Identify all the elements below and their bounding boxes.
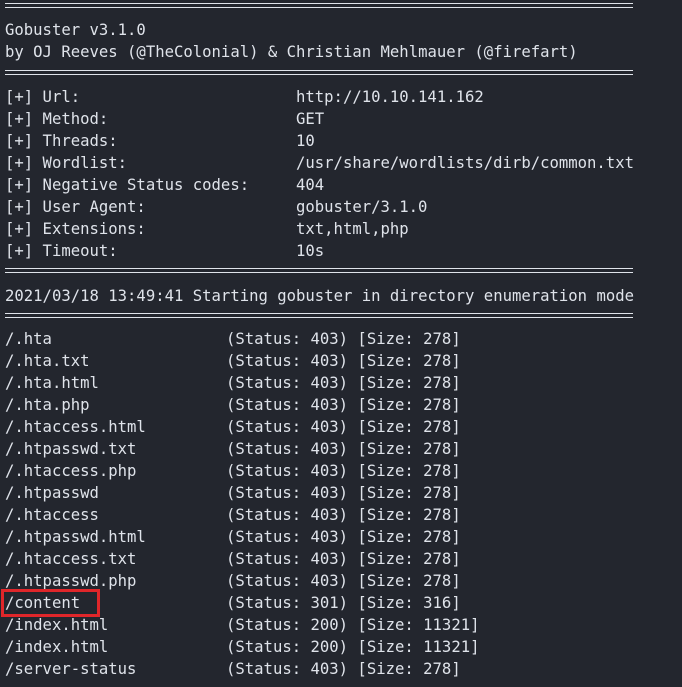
result-status: (Status: 200) [Size: 11321] [226,616,480,634]
config-key: [+] Wordlist: [5,154,128,172]
separator-line [5,70,633,75]
config-key: [+] Url: [5,88,81,106]
config-line: [+] Wordlist: /usr/share/wordlists/dirb/c… [5,152,634,174]
result-path: /.hta [5,330,52,348]
result-line: /.htaccess.txt (Status: 403) [Size: 278] [5,548,461,570]
gobuster-title: Gobuster v3.1.0 [5,21,146,39]
result-status: (Status: 403) [Size: 278] [226,484,461,502]
content-highlight-box [1,589,100,617]
result-status: (Status: 403) [Size: 278] [226,462,461,480]
result-status: (Status: 403) [Size: 278] [226,418,461,436]
config-key: [+] Method: [5,110,109,128]
config-value: gobuster/3.1.0 [296,198,428,216]
config-key: [+] Timeout: [5,242,118,260]
result-line: /server-status (Status: 403) [Size: 278] [5,658,461,680]
config-line: [+] Url: http://10.10.141.162 [5,86,484,108]
gobuster-authors: by OJ Reeves (@TheColonial) & Christian … [5,43,578,61]
terminal-window[interactable]: Gobuster v3.1.0 by OJ Reeves (@TheColoni… [0,0,682,687]
separator-line [5,3,633,8]
result-status: (Status: 301) [Size: 316] [226,594,461,612]
config-value: GET [296,110,325,128]
result-path: /.htpasswd [5,484,99,502]
result-line: /index.html (Status: 200) [Size: 11321] [5,614,479,636]
result-status: (Status: 403) [Size: 278] [226,528,461,546]
result-path: /.htaccess.html [5,418,146,436]
result-path: /.hta.txt [5,352,90,370]
config-value: 10 [296,132,315,150]
result-status: (Status: 403) [Size: 278] [226,374,461,392]
config-value: txt,html,php [296,220,409,238]
result-status: (Status: 403) [Size: 278] [226,572,461,590]
config-line: [+] Timeout: 10s [5,240,324,262]
config-line: [+] Extensions: txt,html,php [5,218,409,240]
result-path: /.hta.html [5,374,99,392]
result-path: /.htaccess.txt [5,550,137,568]
result-path: /.htaccess [5,506,99,524]
result-line: /.htaccess (Status: 403) [Size: 278] [5,504,461,526]
result-status: (Status: 403) [Size: 278] [226,506,461,524]
config-line: [+] Negative Status codes: 404 [5,174,324,196]
result-line: /.htpasswd.txt (Status: 403) [Size: 278] [5,438,461,460]
config-line: [+] User Agent: gobuster/3.1.0 [5,196,427,218]
result-path: /.htpasswd.html [5,528,146,546]
result-line: /.htaccess.html (Status: 403) [Size: 278] [5,416,461,438]
config-value: http://10.10.141.162 [296,88,484,106]
config-key: [+] Threads: [5,132,118,150]
config-line: [+] Method: GET [5,108,324,130]
result-path: /index.html [5,638,109,656]
result-path: /.htpasswd.txt [5,440,137,458]
result-line: /index.html (Status: 200) [Size: 11321] [5,636,479,658]
result-path: /.htaccess.php [5,462,137,480]
config-value: 10s [296,242,325,260]
result-line: /.hta.txt (Status: 403) [Size: 278] [5,350,461,372]
result-line: /.hta.php (Status: 403) [Size: 278] [5,394,461,416]
result-path: /.hta.php [5,396,90,414]
start-message: 2021/03/18 13:49:41 Starting gobuster in… [5,287,635,305]
result-status: (Status: 403) [Size: 278] [226,352,461,370]
config-value: 404 [296,176,325,194]
result-status: (Status: 403) [Size: 278] [226,550,461,568]
result-status: (Status: 403) [Size: 278] [226,330,461,348]
result-path: /server-status [5,660,137,678]
result-status: (Status: 200) [Size: 11321] [226,638,480,656]
result-line: /.hta.html (Status: 403) [Size: 278] [5,372,461,394]
config-line: [+] Threads: 10 [5,130,315,152]
result-line: /.hta (Status: 403) [Size: 278] [5,328,461,350]
result-status: (Status: 403) [Size: 278] [226,660,461,678]
config-key: [+] Negative Status codes: [5,176,250,194]
separator-line [5,268,633,273]
config-value: /usr/share/wordlists/dirb/common.txt [296,154,634,172]
config-key: [+] User Agent: [5,198,146,216]
result-line: /.htpasswd (Status: 403) [Size: 278] [5,482,461,504]
result-status: (Status: 403) [Size: 278] [226,440,461,458]
config-key: [+] Extensions: [5,220,146,238]
result-line: /.htaccess.php (Status: 403) [Size: 278] [5,460,461,482]
separator-line [5,313,633,318]
result-line: /.htpasswd.html (Status: 403) [Size: 278] [5,526,461,548]
result-status: (Status: 403) [Size: 278] [226,396,461,414]
result-path: /index.html [5,616,109,634]
